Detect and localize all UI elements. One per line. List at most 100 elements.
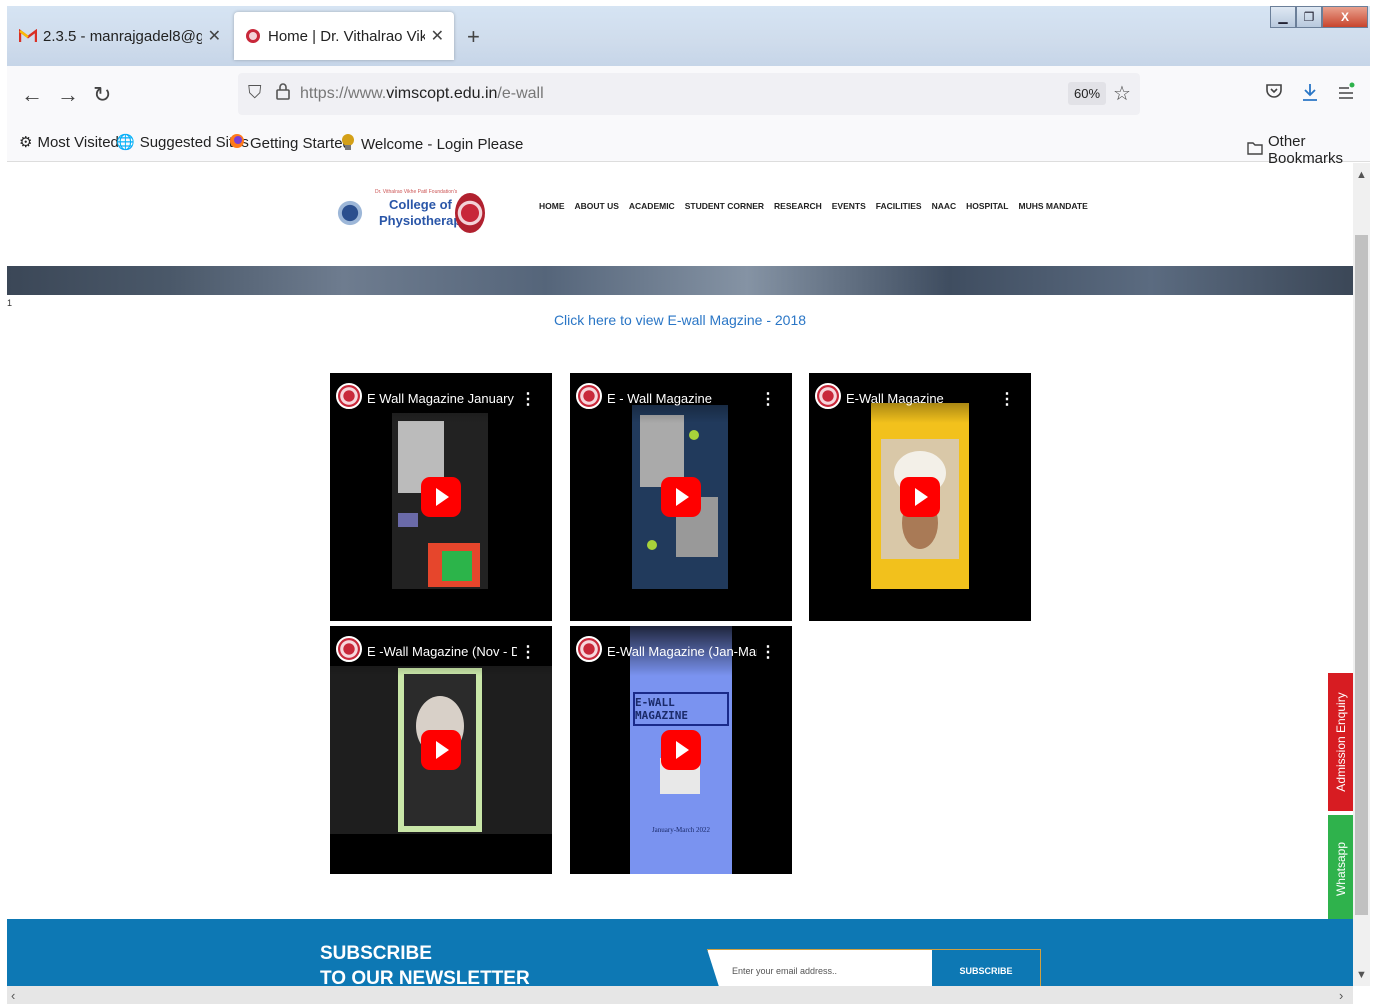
video-embed[interactable]: E - Wall Magazine ⋮ — [570, 373, 792, 621]
video-embed[interactable]: E-WALL MAGAZINE January-March 2022 E-Wal… — [570, 626, 792, 874]
restore-button[interactable]: ❐ — [1296, 6, 1322, 28]
play-button-icon[interactable] — [421, 730, 461, 770]
bookmark-getting-started[interactable]: Getting Started — [229, 133, 351, 153]
video-embed[interactable]: E Wall Magazine January - Fe... ⋮ — [330, 373, 552, 621]
scroll-down-icon[interactable]: ▼ — [1356, 969, 1367, 981]
tab-gmail[interactable]: 2.3.5 - manrajgadel8@gmail.co ✕ — [9, 12, 231, 60]
logo-foundation-text: Dr. Vithalrao Vikhe Patil Foundation's — [375, 189, 458, 195]
bookmarks-toolbar: ⚙ Most Visited 🌐 Suggested Sites Getting S… — [7, 124, 1370, 167]
emblem-icon — [340, 133, 356, 155]
newsletter-email-input[interactable]: Enter your email address.. — [732, 966, 837, 976]
more-options-icon[interactable]: ⋮ — [999, 389, 1015, 409]
site-header: Dr. Vithalrao Vikhe Patil Foundation's C… — [7, 163, 1353, 260]
menu-item-facilities[interactable]: FACILITIES — [876, 201, 922, 211]
college-logo[interactable]: Dr. Vithalrao Vikhe Patil Foundation's C… — [329, 187, 489, 237]
subscribe-button[interactable]: SUBSCRIBE — [932, 950, 1040, 986]
newsletter-form: Enter your email address.. SUBSCRIBE — [707, 949, 1041, 986]
minimize-button[interactable]: ▁ — [1270, 6, 1296, 28]
video-header: E -Wall Magazine (Nov - Dec ... ⋮ — [330, 626, 552, 676]
bookmark-other-bookmarks[interactable]: Other Bookmarks — [1247, 133, 1370, 167]
back-arrow-icon[interactable]: ← — [21, 82, 43, 108]
menu-item-academic[interactable]: ACADEMIC — [629, 201, 675, 211]
reload-icon[interactable]: ↻ — [93, 82, 111, 108]
newsletter-section: SUBSCRIBE TO OUR NEWSLETTER Enter your e… — [7, 919, 1353, 986]
forward-arrow-icon[interactable]: → — [57, 82, 79, 108]
tab-strip: 2.3.5 - manrajgadel8@gmail.co ✕ Home | D… — [7, 6, 1370, 66]
horizontal-scrollbar[interactable]: ‹ › — [7, 986, 1353, 1004]
video-title[interactable]: E-Wall Magazine (Jan-March ... — [607, 644, 757, 659]
channel-avatar[interactable] — [815, 383, 841, 409]
channel-avatar[interactable] — [576, 383, 602, 409]
lock-icon[interactable] — [276, 82, 290, 105]
scrollbar-thumb[interactable] — [1355, 235, 1368, 915]
video-header: E-Wall Magazine ⋮ — [809, 373, 1031, 423]
menu-item-muhs-mandate[interactable]: MUHS MANDATE — [1018, 201, 1087, 211]
main-menu: HOME ABOUT US ACADEMIC STUDENT CORNER RE… — [539, 201, 1088, 211]
page-banner — [7, 266, 1353, 295]
tab-title: 2.3.5 - manrajgadel8@gmail.co — [43, 27, 202, 45]
more-options-icon[interactable]: ⋮ — [760, 389, 776, 409]
new-tab-button[interactable]: + — [467, 24, 480, 50]
menu-item-about-us[interactable]: ABOUT US — [575, 201, 619, 211]
college-emblem-icon — [455, 193, 485, 233]
video-header: E - Wall Magazine ⋮ — [570, 373, 792, 423]
video-title[interactable]: E-Wall Magazine — [846, 391, 996, 406]
magazine-2018-link[interactable]: Click here to view E-wall Magzine - 2018 — [7, 312, 1353, 328]
url-text[interactable]: https://www.vimscopt.edu.in/e-wall — [300, 85, 544, 103]
play-button-icon[interactable] — [661, 477, 701, 517]
tab-vimscopt[interactable]: Home | Dr. Vithalrao Vikhe Patil ✕ — [234, 12, 454, 60]
bookmark-welcome-login[interactable]: Welcome - Login Please — [340, 133, 523, 155]
channel-avatar[interactable] — [576, 636, 602, 662]
video-title[interactable]: E -Wall Magazine (Nov - Dec ... — [367, 644, 517, 659]
pocket-icon[interactable] — [1265, 82, 1283, 106]
more-options-icon[interactable]: ⋮ — [520, 389, 536, 409]
play-button-icon[interactable] — [661, 730, 701, 770]
navigation-bar: ← → ↻ ⛉ https://www.vimscopt.edu.in/e-wa… — [7, 66, 1370, 124]
whatsapp-tab[interactable]: Whatsapp — [1328, 815, 1353, 923]
video-header: E-Wall Magazine (Jan-March ... ⋮ — [570, 626, 792, 676]
admission-enquiry-tab[interactable]: Admission Enquiry — [1328, 673, 1353, 811]
scroll-right-icon[interactable]: › — [1339, 988, 1343, 1003]
menu-item-events[interactable]: EVENTS — [832, 201, 866, 211]
address-bar[interactable]: ⛉ https://www.vimscopt.edu.in/e-wall 60%… — [238, 73, 1140, 115]
close-icon[interactable]: ✕ — [431, 26, 444, 46]
tab-title: Home | Dr. Vithalrao Vikhe Patil — [268, 27, 425, 45]
gmail-icon — [19, 27, 37, 45]
gear-icon: ⚙ — [19, 134, 33, 151]
video-embed[interactable]: E-Wall Magazine ⋮ — [809, 373, 1031, 621]
magazine-cover-date: January-March 2022 — [651, 826, 711, 834]
menu-item-home[interactable]: HOME — [539, 201, 565, 211]
scroll-left-icon[interactable]: ‹ — [11, 988, 15, 1003]
download-icon[interactable] — [1301, 82, 1319, 108]
menu-item-hospital[interactable]: HOSPITAL — [966, 201, 1008, 211]
window-controls: ▁ ❐ X — [1270, 6, 1368, 28]
menu-icon[interactable] — [1337, 82, 1355, 108]
video-title[interactable]: E Wall Magazine January - Fe... — [367, 391, 517, 406]
foundation-emblem-icon — [331, 195, 369, 231]
menu-item-naac[interactable]: NAAC — [932, 201, 957, 211]
channel-avatar[interactable] — [336, 636, 362, 662]
folder-icon — [1247, 141, 1263, 159]
vertical-scrollbar[interactable]: ▲ ▼ — [1353, 163, 1370, 986]
bookmark-most-visited[interactable]: ⚙ Most Visited — [19, 133, 119, 152]
close-icon[interactable]: ✕ — [208, 26, 221, 46]
scroll-up-icon[interactable]: ▲ — [1356, 169, 1367, 181]
channel-avatar[interactable] — [336, 383, 362, 409]
close-window-button[interactable]: X — [1322, 6, 1368, 28]
browser-window: 2.3.5 - manrajgadel8@gmail.co ✕ Home | D… — [7, 6, 1370, 1004]
globe-icon: 🌐 — [116, 134, 135, 151]
menu-item-research[interactable]: RESEARCH — [774, 201, 822, 211]
more-options-icon[interactable]: ⋮ — [760, 642, 776, 662]
video-title[interactable]: E - Wall Magazine — [607, 391, 757, 406]
bookmark-star-icon[interactable]: ☆ — [1113, 81, 1131, 106]
page-viewport: Dr. Vithalrao Vikhe Patil Foundation's C… — [7, 163, 1353, 986]
video-embed[interactable]: E -Wall Magazine (Nov - Dec ... ⋮ — [330, 626, 552, 874]
magazine-cover-heading: E-WALL MAGAZINE — [633, 692, 729, 726]
play-button-icon[interactable] — [900, 477, 940, 517]
menu-item-student-corner[interactable]: STUDENT CORNER — [685, 201, 764, 211]
play-button-icon[interactable] — [421, 477, 461, 517]
college-emblem-icon — [244, 27, 262, 45]
zoom-level[interactable]: 60% — [1068, 82, 1107, 105]
more-options-icon[interactable]: ⋮ — [520, 642, 536, 662]
tracking-shield-icon[interactable]: ⛉ — [248, 82, 262, 103]
